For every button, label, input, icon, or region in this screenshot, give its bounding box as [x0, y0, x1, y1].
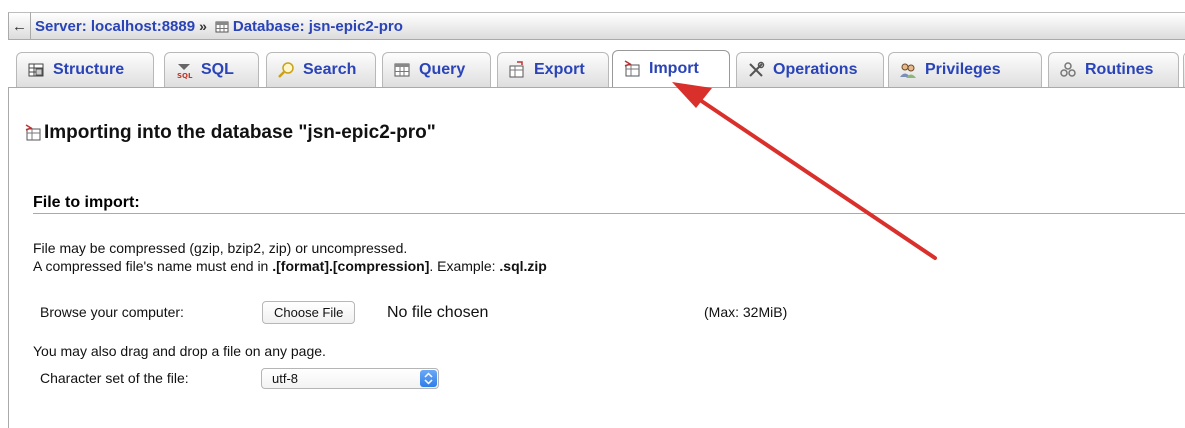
- export-icon: [509, 61, 524, 78]
- tab-operations-label: Operations: [773, 61, 858, 78]
- section-divider: [33, 213, 1185, 214]
- page-title-text: Importing into the database "jsn-epic2-p…: [44, 122, 436, 143]
- breadcrumb-server[interactable]: Server: localhost:8889: [35, 18, 195, 35]
- tab-export-label: Export: [534, 61, 585, 78]
- search-icon: [278, 62, 294, 78]
- routines-icon: [1060, 62, 1076, 77]
- database-icon: [215, 21, 229, 32]
- breadcrumb-database[interactable]: Database: jsn-epic2-pro: [215, 18, 403, 35]
- tab-sql-label: SQL: [201, 61, 234, 78]
- filename-example: .sql.zip: [499, 258, 547, 274]
- compression-note: File may be compressed (gzip, bzip2, zip…: [33, 240, 408, 256]
- back-arrow-icon[interactable]: ←: [9, 12, 31, 40]
- file-status: No file chosen: [387, 304, 489, 321]
- privileges-icon: [900, 63, 916, 78]
- charset-select[interactable]: utf-8: [261, 368, 439, 389]
- section-title: File to import:: [33, 194, 140, 211]
- operations-icon: [749, 61, 765, 77]
- tab-query[interactable]: Query: [382, 52, 491, 87]
- filename-format: .[format].[compression]: [272, 258, 430, 274]
- max-size: (Max: 32MiB): [704, 304, 788, 320]
- tab-search-label: Search: [303, 61, 357, 78]
- filename-note-mid: . Example:: [429, 258, 500, 274]
- drag-drop-note: You may also drag and drop a file on any…: [33, 343, 326, 359]
- tab-export[interactable]: Export: [497, 52, 609, 87]
- page-title: Importing into the database "jsn-epic2-p…: [24, 122, 436, 144]
- browse-label: Browse your computer:: [40, 304, 184, 320]
- breadcrumb-separator: »: [199, 18, 207, 34]
- charset-label: Character set of the file:: [40, 370, 189, 386]
- tab-operations[interactable]: Operations: [736, 52, 884, 87]
- tab-sql[interactable]: SQL SQL: [164, 52, 259, 87]
- filename-note: A compressed file's name must end in .[f…: [33, 258, 547, 274]
- charset-value: utf-8: [272, 371, 299, 386]
- tab-privileges[interactable]: Privileges: [888, 52, 1042, 87]
- tab-routines-label: Routines: [1085, 61, 1154, 78]
- sql-icon: SQL: [177, 64, 193, 79]
- tab-structure[interactable]: Structure: [16, 52, 154, 87]
- breadcrumb-database-label: Database: jsn-epic2-pro: [232, 17, 403, 35]
- structure-icon: [28, 63, 44, 77]
- import-icon: [25, 124, 41, 141]
- choose-file-button[interactable]: Choose File: [262, 301, 356, 324]
- filename-note-prefix: A compressed file's name must end in: [33, 258, 273, 274]
- tab-bar: Structure SQL SQL Search Query Export Im…: [8, 50, 1185, 88]
- tab-routines[interactable]: Routines: [1048, 52, 1179, 87]
- tab-search[interactable]: Search: [266, 52, 376, 87]
- tab-import-label: Import: [649, 60, 699, 77]
- tab-import[interactable]: Import: [612, 50, 730, 87]
- import-icon: [624, 60, 640, 77]
- select-spinner-icon: [420, 370, 437, 387]
- tab-query-label: Query: [419, 61, 466, 78]
- breadcrumb-bar: ← Server: localhost:8889 » Database: jsn…: [8, 12, 1185, 40]
- tab-privileges-label: Privileges: [925, 61, 1001, 78]
- svg-text:SQL: SQL: [177, 72, 193, 79]
- tab-structure-label: Structure: [53, 61, 125, 78]
- query-icon: [394, 63, 410, 77]
